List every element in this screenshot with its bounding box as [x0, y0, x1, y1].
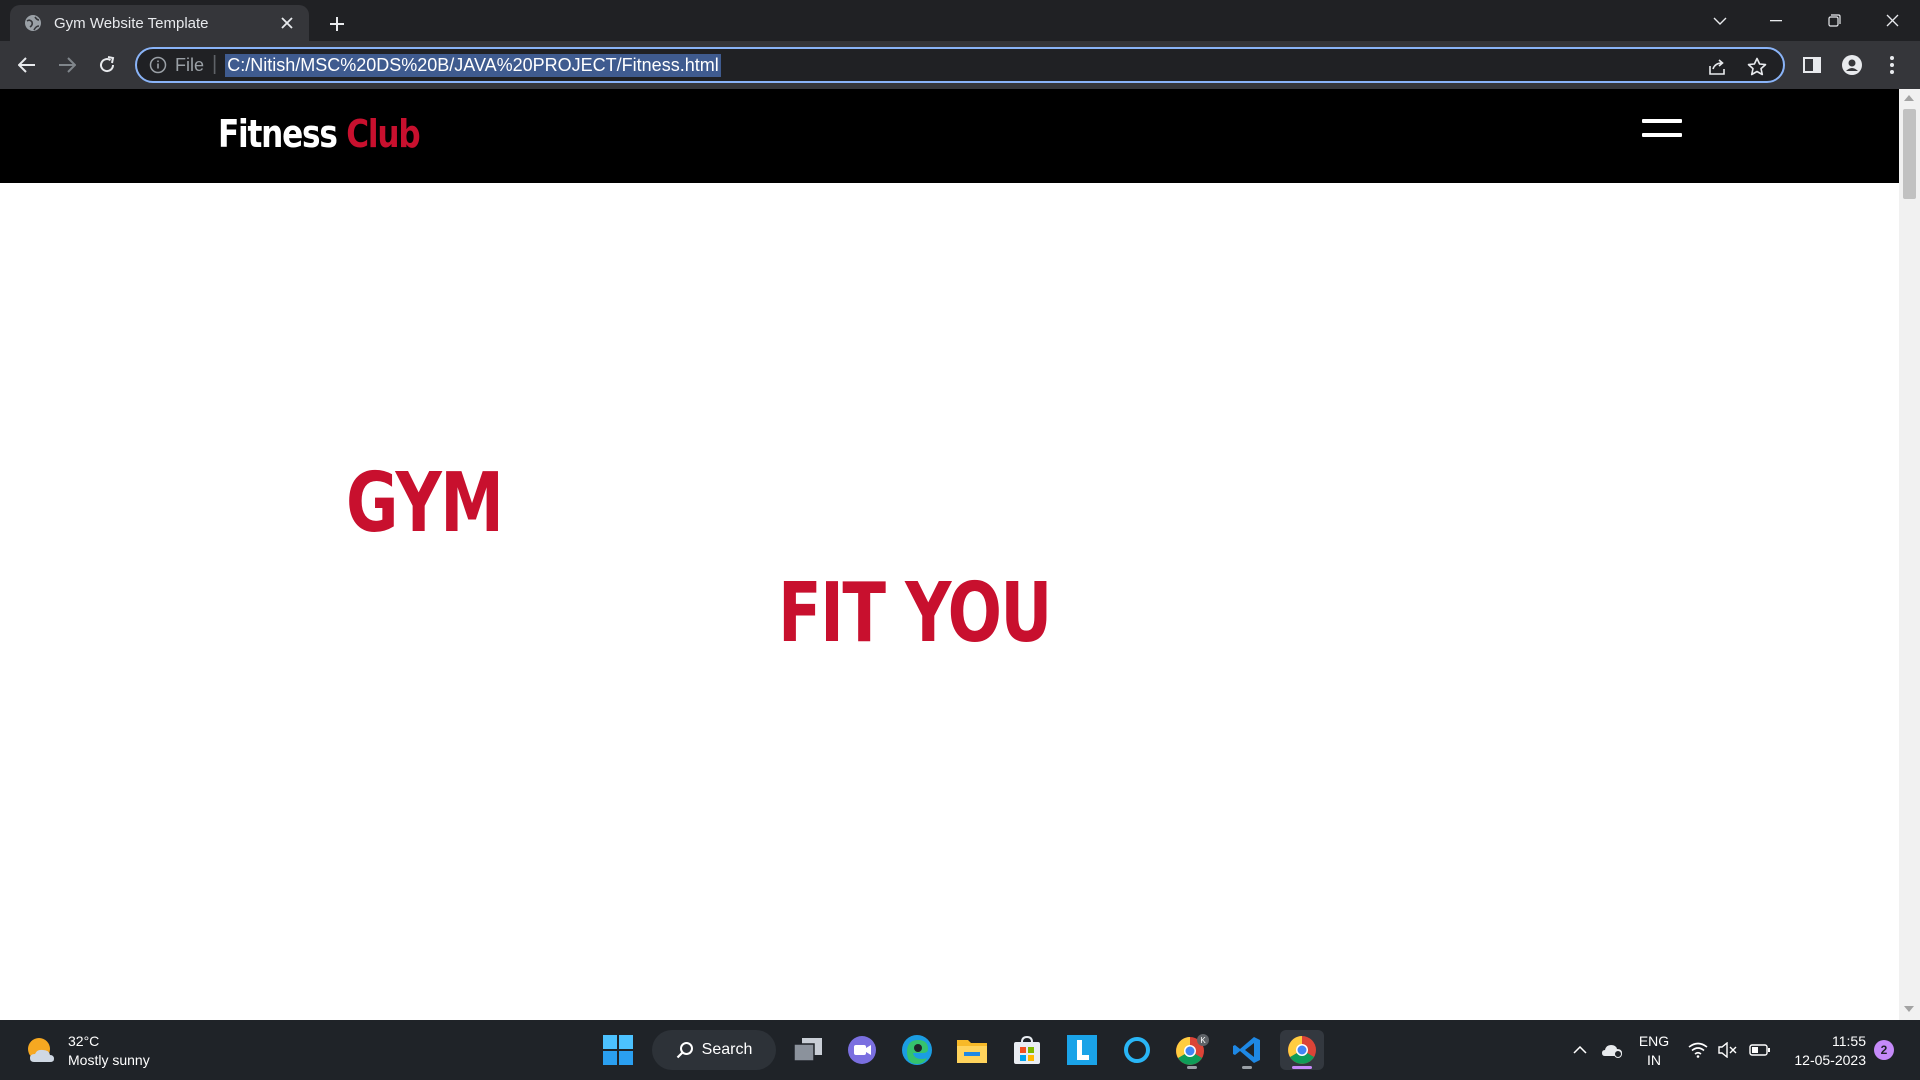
bookmark-star-icon[interactable]: [1745, 55, 1769, 79]
reload-icon[interactable]: [91, 49, 123, 81]
browser-tabstrip: Gym Website Template: [0, 0, 1920, 41]
onedrive-cloud-icon[interactable]: [1600, 1038, 1624, 1062]
logo-text-fitness: Fitness: [218, 112, 338, 156]
language-code: ENG: [1638, 1033, 1670, 1049]
system-clock[interactable]: 11:55 12-05-2023: [1782, 1032, 1866, 1070]
profile-avatar-icon[interactable]: [1836, 49, 1868, 81]
hamburger-menu-icon[interactable]: [1642, 119, 1682, 141]
volume-muted-icon[interactable]: [1716, 1038, 1740, 1062]
vscode-icon[interactable]: [1225, 1030, 1269, 1070]
scroll-down-arrow-icon[interactable]: [1904, 1006, 1914, 1012]
microsoft-store-icon[interactable]: [1005, 1030, 1049, 1070]
scroll-up-arrow-icon[interactable]: [1904, 95, 1914, 101]
active-indicator: [1292, 1066, 1312, 1069]
url-scheme-label: File: [175, 54, 205, 75]
hero-text-gym: GYM: [346, 456, 504, 551]
browser-tab[interactable]: Gym Website Template: [10, 5, 309, 41]
back-arrow-icon[interactable]: [11, 49, 43, 81]
taskbar-search-button[interactable]: Search: [652, 1030, 776, 1070]
globe-icon: [25, 15, 41, 31]
site-info-icon[interactable]: [149, 56, 167, 74]
menu-kebab-icon[interactable]: [1876, 49, 1908, 81]
tab-search-chevron-icon[interactable]: [1692, 0, 1748, 41]
weather-description: Mostly sunny: [68, 1052, 150, 1068]
new-tab-plus-icon[interactable]: [322, 9, 352, 39]
page-viewport: Fitness Club GYM FIT YOU: [0, 89, 1899, 1020]
search-label: Search: [701, 1041, 753, 1058]
minimize-icon[interactable]: [1748, 0, 1804, 41]
running-indicator: [1242, 1066, 1252, 1069]
cortana-icon[interactable]: [1115, 1030, 1159, 1070]
logo-text-club: Club: [346, 112, 420, 156]
l-app-icon[interactable]: [1060, 1030, 1104, 1070]
notification-badge[interactable]: 2: [1874, 1040, 1894, 1060]
meet-camera-icon[interactable]: [840, 1030, 884, 1070]
site-header: Fitness Club: [0, 89, 1899, 183]
weather-temperature: 32°C: [68, 1033, 100, 1049]
page-scrollbar[interactable]: [1899, 89, 1920, 1020]
tab-close-icon[interactable]: [277, 13, 297, 33]
search-icon: [676, 1042, 693, 1059]
svg-text:K: K: [1200, 1036, 1206, 1045]
wifi-icon[interactable]: [1686, 1038, 1710, 1062]
url-text[interactable]: C:/Nitish/MSC%20DS%20B/JAVA%20PROJECT/Fi…: [225, 53, 721, 77]
clock-date: 12-05-2023: [1794, 1052, 1866, 1068]
region-code: IN: [1647, 1052, 1661, 1068]
tab-title: Gym Website Template: [54, 14, 209, 32]
share-icon[interactable]: [1705, 55, 1729, 79]
hero-text-fit-you: FIT YOU: [778, 566, 1052, 661]
task-view-icon[interactable]: [786, 1030, 830, 1070]
forward-arrow-icon[interactable]: [51, 49, 83, 81]
windows-start-icon[interactable]: [602, 1034, 634, 1066]
address-bar[interactable]: File | C:/Nitish/MSC%20DS%20B/JAVA%20PRO…: [135, 47, 1785, 83]
chrome-profile-icon[interactable]: K: [1170, 1030, 1214, 1070]
clock-time: 11:55: [1832, 1033, 1866, 1049]
browser-toolbar: File | C:/Nitish/MSC%20DS%20B/JAVA%20PRO…: [0, 41, 1920, 89]
file-explorer-icon[interactable]: [950, 1030, 994, 1070]
restore-icon[interactable]: [1806, 0, 1862, 41]
site-logo[interactable]: Fitness Club: [218, 112, 421, 156]
url-divider: |: [212, 52, 218, 75]
language-indicator[interactable]: ENG IN: [1636, 1032, 1672, 1070]
sun-cloud-icon: [28, 1038, 54, 1062]
side-panel-icon[interactable]: [1796, 49, 1828, 81]
close-window-icon[interactable]: [1864, 0, 1920, 41]
chrome-active-icon[interactable]: [1280, 1030, 1324, 1070]
scrollbar-thumb[interactable]: [1903, 109, 1916, 199]
weather-widget[interactable]: 32°C Mostly sunny: [24, 1032, 150, 1070]
running-indicator: [1187, 1066, 1197, 1069]
taskbar: 32°C Mostly sunny Search K ENG IN 11:55 …: [0, 1020, 1920, 1080]
edge-browser-icon[interactable]: [895, 1030, 939, 1070]
show-hidden-icons-chevron-icon[interactable]: [1568, 1038, 1592, 1062]
battery-icon[interactable]: [1748, 1038, 1772, 1062]
